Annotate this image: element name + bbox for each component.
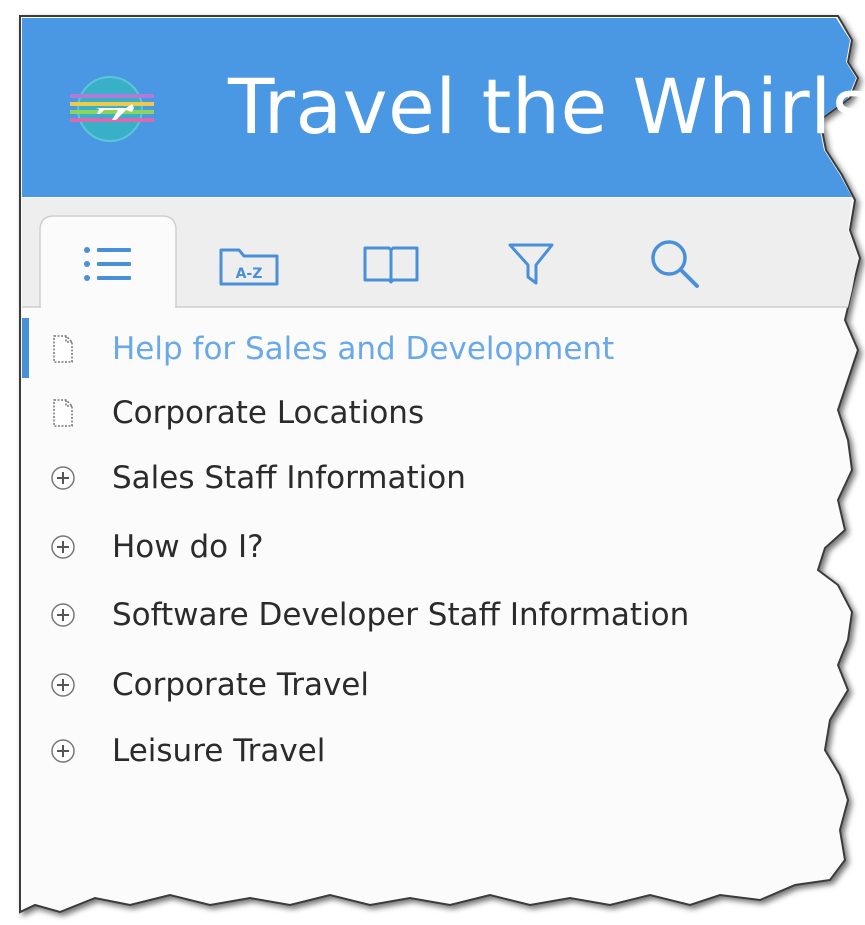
toc-item-label: Corporate Locations bbox=[112, 395, 425, 431]
tab-contents[interactable] bbox=[74, 236, 144, 296]
tab-search[interactable] bbox=[640, 236, 710, 296]
toc-item-how-do-i[interactable]: How do I? bbox=[22, 517, 852, 577]
a-z-folder-icon: A-Z bbox=[217, 240, 281, 292]
filter-icon bbox=[506, 239, 556, 293]
toc-item-label: Help for Sales and Development bbox=[112, 331, 615, 367]
toc-item-label: Sales Staff Information bbox=[112, 460, 466, 496]
toc-item-software-developer-staff-information[interactable]: Software Developer Staff Information bbox=[22, 585, 852, 645]
toc-item-sales-staff-information[interactable]: Sales Staff Information bbox=[22, 448, 852, 508]
app-title: Travel the Whirls bbox=[228, 62, 865, 151]
toc-item-help-for-sales-and-development[interactable]: Help for Sales and Development bbox=[22, 319, 852, 379]
expand-plus-icon[interactable] bbox=[50, 670, 76, 700]
toc-item-label: Corporate Travel bbox=[112, 667, 369, 703]
toc-item-corporate-travel[interactable]: Corporate Travel bbox=[22, 655, 852, 715]
expand-plus-icon[interactable] bbox=[50, 532, 76, 562]
tab-glossary[interactable] bbox=[356, 236, 426, 296]
tab-filter[interactable] bbox=[496, 236, 566, 296]
toc-item-label: Software Developer Staff Information bbox=[112, 597, 690, 633]
expand-plus-icon[interactable] bbox=[50, 463, 76, 493]
search-icon bbox=[647, 236, 703, 296]
toc-item-label: How do I? bbox=[112, 529, 264, 565]
toc-item-leisure-travel[interactable]: Leisure Travel bbox=[22, 721, 852, 781]
tab-index[interactable]: A-Z bbox=[214, 236, 284, 296]
a-z-label: A-Z bbox=[236, 266, 263, 282]
expand-plus-icon[interactable] bbox=[50, 600, 76, 630]
toc-item-corporate-locations[interactable]: Corporate Locations bbox=[22, 383, 852, 443]
page-icon bbox=[50, 334, 76, 364]
list-icon bbox=[81, 242, 137, 290]
expand-plus-icon[interactable] bbox=[50, 736, 76, 766]
airplane-globe-icon bbox=[68, 74, 158, 144]
tab-bar bbox=[22, 198, 865, 308]
toc-item-label: Leisure Travel bbox=[112, 733, 326, 769]
open-book-icon bbox=[359, 242, 423, 290]
page-icon bbox=[50, 398, 76, 428]
